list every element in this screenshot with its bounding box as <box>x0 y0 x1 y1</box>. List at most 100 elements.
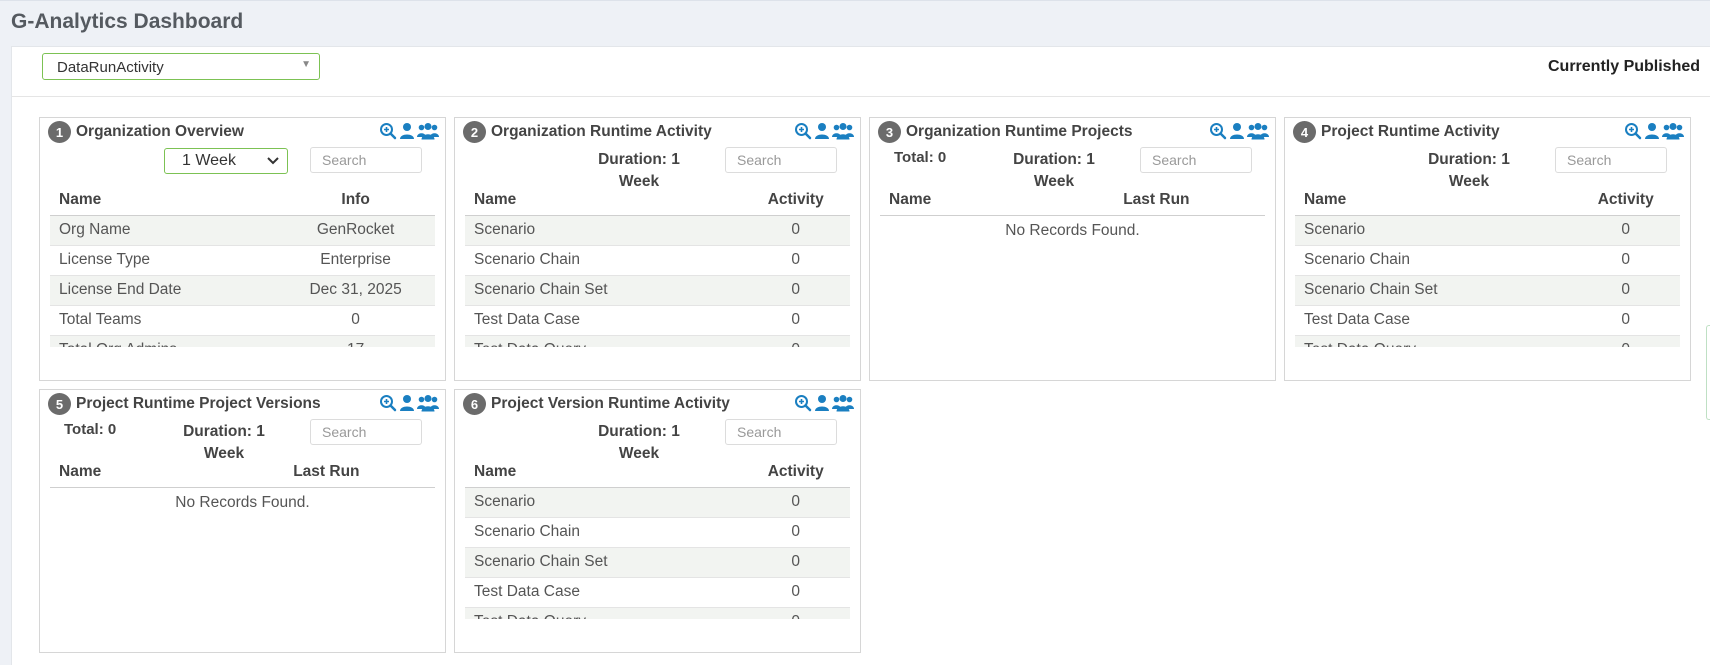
caret-down-icon: ▼ <box>301 59 311 70</box>
zoom-in-icon[interactable] <box>379 122 397 140</box>
panel-actions <box>1209 122 1269 140</box>
cell-name: Scenario Chain Set <box>1295 275 1572 306</box>
cell-value: 0 <box>741 607 850 619</box>
cell-value: 0 <box>1571 275 1680 306</box>
panel-organization-overview: 1 Organization Overview 1 Week Name Info… <box>39 117 446 381</box>
dashboard-header: DataRunActivity ▼ Currently Published <box>12 47 1710 97</box>
panel-actions <box>379 394 439 412</box>
cell-name: Scenario <box>465 487 742 518</box>
table-row: Test Data Case 0 <box>1295 305 1680 336</box>
cell-name: Org Name <box>50 215 277 246</box>
table-row: License Type Enterprise <box>50 245 435 276</box>
panel-title-text: Organization Overview <box>76 123 244 140</box>
table-row: Scenario Chain 0 <box>465 245 850 276</box>
user-icon[interactable] <box>1229 122 1245 140</box>
cell-name: Test Data Case <box>1295 305 1572 336</box>
cell-value: 17 <box>276 335 435 347</box>
users-icon[interactable] <box>832 394 854 412</box>
cell-value: GenRocket <box>276 215 435 246</box>
user-icon[interactable] <box>814 122 830 140</box>
column-header: Name <box>465 185 742 216</box>
cell-value: 0 <box>741 547 850 578</box>
search-input[interactable] <box>1140 147 1252 173</box>
zoom-in-icon[interactable] <box>794 394 812 412</box>
panel-actions <box>1624 122 1684 140</box>
panel-number-badge: 1 <box>48 121 71 143</box>
table-row: Org Name GenRocket <box>50 215 435 246</box>
panel-title-text: Project Runtime Project Versions <box>76 395 321 412</box>
column-header: Name <box>50 185 277 216</box>
panel-number-badge: 5 <box>48 393 71 415</box>
cell-value: 0 <box>741 517 850 548</box>
panel-actions <box>794 122 854 140</box>
user-icon[interactable] <box>399 394 415 412</box>
data-table: Name Last Run No Records Found. <box>880 185 1265 347</box>
cell-name: Scenario Chain <box>1295 245 1572 276</box>
total-label: Total: 0 <box>894 149 947 166</box>
panel-title-text: Project Version Runtime Activity <box>491 395 730 412</box>
table-row: Total Org Admins17 <box>50 335 435 347</box>
cell-name: Scenario Chain Set <box>465 547 742 578</box>
cell-value: Enterprise <box>276 245 435 276</box>
zoom-in-icon[interactable] <box>794 122 812 140</box>
duration-select[interactable]: 1 Week <box>164 148 288 174</box>
cell-name: Scenario Chain <box>465 245 742 276</box>
column-header: Activity <box>741 457 850 488</box>
search-input[interactable] <box>1555 147 1667 173</box>
side-drawer-tab[interactable] <box>1706 325 1710 420</box>
chevron-down-icon <box>266 153 280 172</box>
cell-value: 0 <box>1571 305 1680 336</box>
cell-name: Scenario <box>1295 215 1572 246</box>
cell-name: Scenario Chain <box>465 517 742 548</box>
search-input[interactable] <box>725 147 837 173</box>
cell-name: Test Data Query <box>465 607 742 619</box>
panel-title: 3 Organization Runtime Projects <box>878 121 1133 143</box>
users-icon[interactable] <box>417 122 439 140</box>
zoom-in-icon[interactable] <box>1209 122 1227 140</box>
table-row: Scenario Chain Set 0 <box>465 547 850 578</box>
cell-name: Test Data Case <box>465 305 742 336</box>
panel-title-text: Project Runtime Activity <box>1321 123 1500 140</box>
duration-select-value: 1 Week <box>182 152 236 169</box>
search-input[interactable] <box>310 419 422 445</box>
column-header: Name <box>1295 185 1572 216</box>
cell-name: License Type <box>50 245 277 276</box>
table-row: Test Data Case 0 <box>465 577 850 608</box>
cell-value: 0 <box>1571 335 1680 347</box>
panel-organization-runtime-activity: 2 Organization Runtime Activity Duration… <box>454 117 861 381</box>
user-icon[interactable] <box>399 122 415 140</box>
zoom-in-icon[interactable] <box>379 394 397 412</box>
table-row: Test Data Query0 <box>1295 335 1680 347</box>
panel-number-badge: 6 <box>463 393 486 415</box>
column-header: Activity <box>741 185 850 216</box>
panel-title-text: Organization Runtime Projects <box>906 123 1133 140</box>
cell-name: Test Data Query <box>1295 335 1572 347</box>
cell-value: 0 <box>741 305 850 336</box>
table-row: Scenario Chain 0 <box>465 517 850 548</box>
empty-message: No Records Found. <box>1005 221 1140 239</box>
zoom-in-icon[interactable] <box>1624 122 1642 140</box>
table-row: Scenario 0 <box>465 215 850 246</box>
users-icon[interactable] <box>1662 122 1684 140</box>
table-row: Scenario Chain 0 <box>1295 245 1680 276</box>
table-row: Scenario Chain Set 0 <box>465 275 850 306</box>
panel-actions <box>794 394 854 412</box>
panel-title: 5 Project Runtime Project Versions <box>48 393 321 415</box>
user-icon[interactable] <box>1644 122 1660 140</box>
table-row: Scenario 0 <box>1295 215 1680 246</box>
column-header: Last Run <box>217 457 435 488</box>
cell-name: Test Data Case <box>465 577 742 608</box>
users-icon[interactable] <box>417 394 439 412</box>
search-input[interactable] <box>725 419 837 445</box>
panel-organization-runtime-projects: 3 Organization Runtime Projects Total: 0… <box>869 117 1276 381</box>
app-title: G-Analytics Dashboard <box>11 10 244 33</box>
panel-title: 1 Organization Overview <box>48 121 244 143</box>
users-icon[interactable] <box>832 122 854 140</box>
search-input[interactable] <box>310 147 422 173</box>
table-row: License End Date Dec 31, 2025 <box>50 275 435 306</box>
users-icon[interactable] <box>1247 122 1269 140</box>
table-row: Scenario 0 <box>465 487 850 518</box>
panel-actions <box>379 122 439 140</box>
user-icon[interactable] <box>814 394 830 412</box>
dashboard-select[interactable]: DataRunActivity ▼ <box>42 53 320 80</box>
